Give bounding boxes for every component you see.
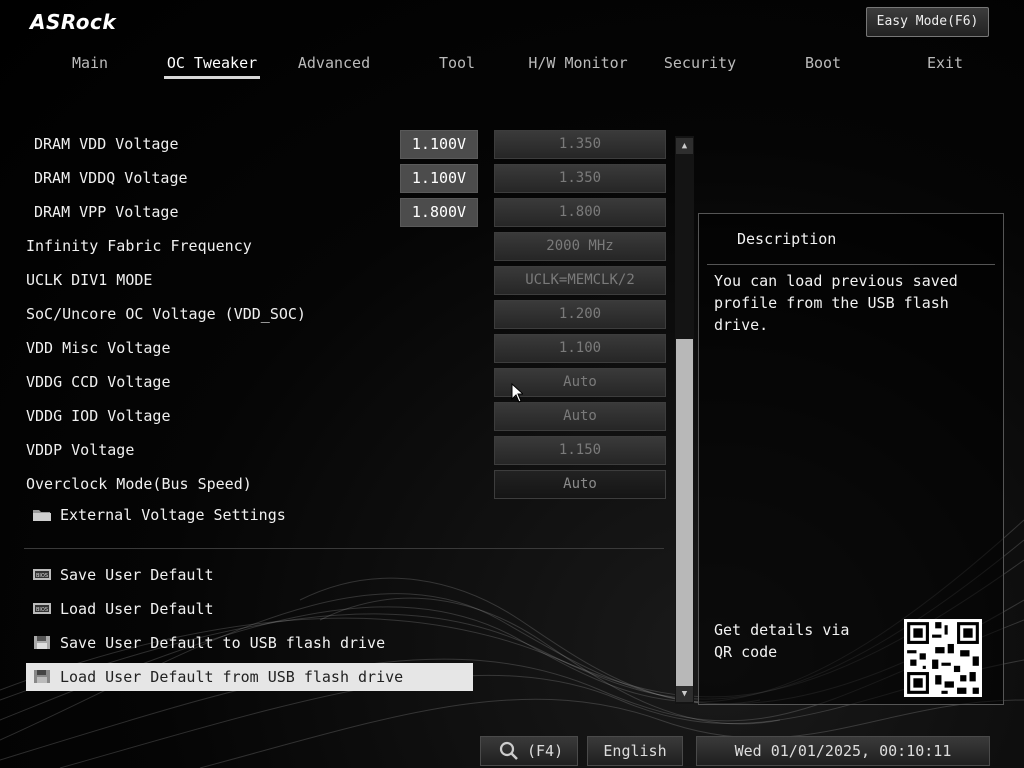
load-user-default-label: Load User Default xyxy=(60,600,214,618)
setting-vddg-ccd-voltage[interactable]: VDDG CCD Voltage xyxy=(26,368,171,396)
bios-chip-icon: BIOS xyxy=(33,603,51,614)
vddg-iod-voltage-field[interactable]: Auto xyxy=(494,402,666,431)
dram-vdd-current-value: 1.100V xyxy=(400,130,478,159)
svg-text:BIOS: BIOS xyxy=(36,607,48,613)
description-panel: Description You can load previous saved … xyxy=(698,213,1004,705)
setting-dram-vdd-voltage[interactable]: DRAM VDD Voltage xyxy=(34,130,179,158)
setting-soc-uncore-oc-voltage[interactable]: SoC/Uncore OC Voltage (VDD_SOC) xyxy=(26,300,306,328)
dram-vpp-voltage-field[interactable]: 1.800 xyxy=(494,198,666,227)
setting-dram-vpp-voltage[interactable]: DRAM VPP Voltage xyxy=(34,198,179,226)
svg-text:BIOS: BIOS xyxy=(36,573,48,579)
scroll-down-arrow-icon[interactable]: ▼ xyxy=(676,686,693,702)
scrollbar-thumb[interactable] xyxy=(676,339,693,689)
tab-main[interactable]: Main xyxy=(58,52,122,82)
setting-dram-vddq-voltage[interactable]: DRAM VDDQ Voltage xyxy=(34,164,188,192)
infinity-fabric-frequency-field[interactable]: 2000 MHz xyxy=(494,232,666,261)
load-user-default-item[interactable]: BIOS Load User Default xyxy=(26,595,473,623)
dram-vddq-current-value: 1.100V xyxy=(400,164,478,193)
load-user-default-usb-label: Load User Default from USB flash drive xyxy=(60,668,404,686)
setting-infinity-fabric-frequency[interactable]: Infinity Fabric Frequency xyxy=(26,232,252,260)
setting-overclock-mode[interactable]: Overclock Mode(Bus Speed) xyxy=(26,470,252,498)
vddp-voltage-field[interactable]: 1.150 xyxy=(494,436,666,465)
settings-scrollbar[interactable]: ▲ ▼ xyxy=(675,136,694,704)
dram-vdd-voltage-field[interactable]: 1.350 xyxy=(494,130,666,159)
save-user-default-label: Save User Default xyxy=(60,566,214,584)
tab-advanced[interactable]: Advanced xyxy=(294,52,374,82)
qr-caption: Get details via QR code xyxy=(714,621,850,661)
save-user-default-usb-label: Save User Default to USB flash drive xyxy=(60,634,386,652)
setting-vddg-iod-voltage[interactable]: VDDG IOD Voltage xyxy=(26,402,171,430)
tab-boot[interactable]: Boot xyxy=(794,52,852,82)
setting-vddp-voltage[interactable]: VDDP Voltage xyxy=(26,436,134,464)
floppy-disk-icon xyxy=(34,670,50,683)
uclk-div1-mode-field[interactable]: UCLK=MEMCLK/2 xyxy=(494,266,666,295)
setting-uclk-div1-mode[interactable]: UCLK DIV1 MODE xyxy=(26,266,152,294)
qr-code-icon xyxy=(904,619,982,697)
external-voltage-settings-label: External Voltage Settings xyxy=(60,506,286,524)
description-title: Description xyxy=(737,230,837,248)
load-user-default-usb-item[interactable]: Load User Default from USB flash drive xyxy=(26,663,473,691)
soc-uncore-oc-voltage-field[interactable]: 1.200 xyxy=(494,300,666,329)
external-voltage-settings-submenu[interactable]: External Voltage Settings xyxy=(26,501,326,529)
tab-oc-tweaker[interactable]: OC Tweaker xyxy=(164,52,260,82)
dram-vddq-voltage-field[interactable]: 1.350 xyxy=(494,164,666,193)
mouse-pointer-icon xyxy=(511,383,523,403)
setting-vdd-misc-voltage[interactable]: VDD Misc Voltage xyxy=(26,334,171,362)
search-shortcut-label: (F4) xyxy=(527,742,564,760)
main-tabs: Main OC Tweaker Advanced Tool H/W Monito… xyxy=(28,52,996,82)
bios-chip-icon: BIOS xyxy=(33,569,51,580)
tab-tool[interactable]: Tool xyxy=(428,52,486,82)
vdd-misc-voltage-field[interactable]: 1.100 xyxy=(494,334,666,363)
easy-mode-button[interactable]: Easy Mode(F6) xyxy=(866,7,989,37)
folder-icon xyxy=(33,510,51,521)
description-divider xyxy=(707,264,995,265)
save-user-default-item[interactable]: BIOS Save User Default xyxy=(26,561,473,589)
bios-screen: ASRock Easy Mode(F6) Main OC Tweaker Adv… xyxy=(0,0,1024,768)
language-button[interactable]: English xyxy=(587,736,683,766)
overclock-mode-field[interactable]: Auto xyxy=(494,470,666,499)
search-button[interactable]: (F4) xyxy=(480,736,578,766)
asrock-logo: ASRock xyxy=(30,10,117,34)
scroll-up-arrow-icon[interactable]: ▲ xyxy=(676,138,693,154)
floppy-disk-icon xyxy=(34,636,50,649)
tab-security[interactable]: Security xyxy=(660,52,740,82)
dram-vpp-current-value: 1.800V xyxy=(400,198,478,227)
description-text: You can load previous saved profile from… xyxy=(714,272,958,334)
tab-exit[interactable]: Exit xyxy=(916,52,974,82)
save-user-default-usb-item[interactable]: Save User Default to USB flash drive xyxy=(26,629,473,657)
search-icon xyxy=(499,741,518,760)
section-divider xyxy=(24,548,664,549)
datetime-display: Wed 01/01/2025, 00:10:11 xyxy=(696,736,990,766)
tab-hw-monitor[interactable]: H/W Monitor xyxy=(528,52,628,82)
